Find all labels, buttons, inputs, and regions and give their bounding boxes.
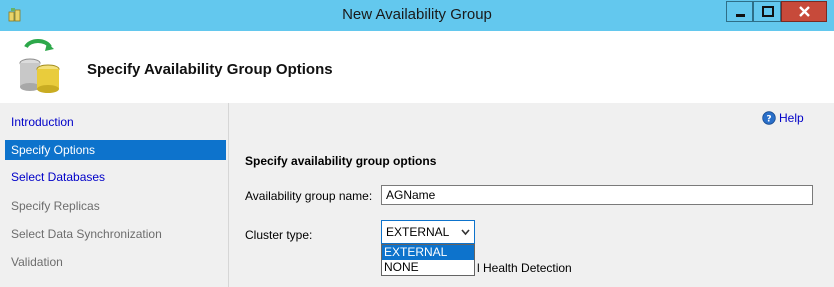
nav-item-select-data-sync: Select Data Synchronization [11,227,162,241]
options-panel: ? Help Specify availability group option… [228,103,834,287]
ag-name-label: Availability group name: [245,189,373,203]
nav-item-validation: Validation [11,255,63,269]
help-icon: ? [762,111,776,125]
chevron-down-icon [461,229,470,236]
window-title: New Availability Group [342,6,492,23]
svg-text:?: ? [766,115,771,125]
cluster-type-select[interactable]: EXTERNAL [381,220,475,244]
nav-item-specify-replicas: Specify Replicas [11,199,100,213]
cluster-type-dropdown: EXTERNAL NONE [381,244,475,276]
title-bar: New Availability Group [0,0,834,31]
cluster-type-label: Cluster type: [245,228,313,242]
minimize-icon [736,14,745,17]
section-title: Specify availability group options [245,154,437,168]
availability-group-icon [19,39,60,93]
health-detection-label: l Health Detection [477,261,572,275]
dropdown-option-external[interactable]: EXTERNAL [382,245,474,260]
ag-name-input[interactable] [381,185,813,205]
nav-item-select-databases[interactable]: Select Databases [5,167,226,187]
help-label[interactable]: Help [779,111,804,125]
minimize-button[interactable] [726,1,753,22]
close-icon [799,6,810,17]
wizard-header: Specify Availability Group Options [0,31,834,103]
maximize-button[interactable] [753,1,781,22]
cluster-type-value: EXTERNAL [386,225,450,239]
close-button[interactable] [781,1,827,22]
maximize-icon [762,6,774,17]
nav-item-introduction[interactable]: Introduction [5,112,226,132]
dropdown-option-none[interactable]: NONE [382,260,474,275]
page-title: Specify Availability Group Options [87,61,333,78]
wizard-nav: Introduction Specify Options Select Data… [0,103,228,287]
nav-item-specify-options[interactable]: Specify Options [5,140,226,160]
